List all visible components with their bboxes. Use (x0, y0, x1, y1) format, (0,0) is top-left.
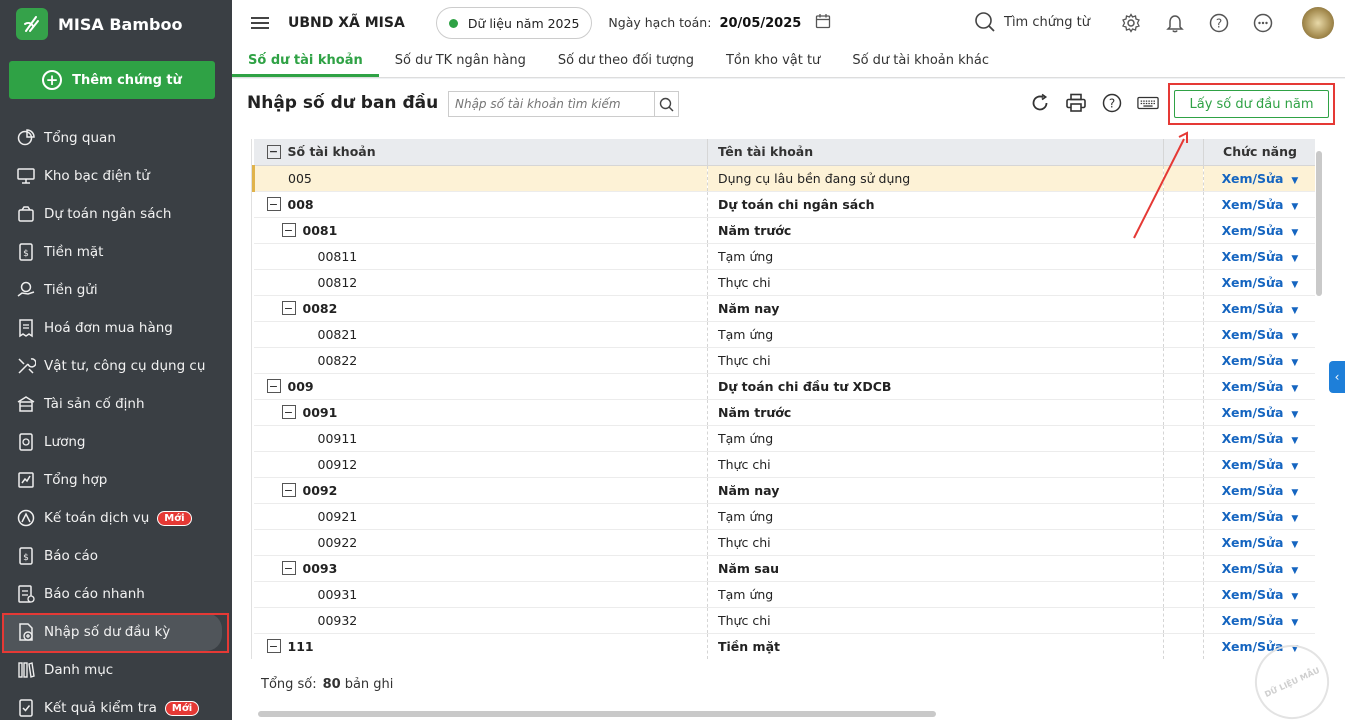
sidebar-item-building[interactable]: Tài sản cố định (0, 385, 232, 423)
service-icon (16, 508, 36, 528)
tab-3[interactable]: Số dư theo đối tượng (542, 46, 710, 77)
check-result-icon (16, 698, 36, 718)
calendar-icon[interactable] (815, 13, 831, 33)
hamburger-icon[interactable] (251, 14, 269, 32)
new-badge: Mới (157, 510, 192, 526)
sidebar-item-monitor[interactable]: Kho bạc điện tử (0, 157, 232, 195)
voucher-search-label: Tìm chứng từ (1004, 14, 1090, 30)
balance-tabs: Số dư tài khoản Số dư TK ngân hàng Số dư t… (232, 46, 1345, 78)
top-bar: UBND XÃ MISA Dữ liệu năm 2025 Ngày hạch … (232, 0, 1345, 46)
tools-icon (16, 356, 36, 376)
salary-icon (16, 432, 36, 452)
more-options-icon[interactable] (1252, 12, 1274, 34)
sidebar-item-label: Danh mục (44, 662, 114, 678)
chevron-left-icon: ‹ (1334, 370, 1340, 384)
sidebar-item-label: Tiền mặt (44, 244, 104, 260)
active-item-highlight (2, 613, 229, 653)
brand-name: MISA Bamboo (58, 14, 183, 34)
sidebar-item-label: Kết quả kiểm tra (44, 700, 157, 716)
bamboo-logo-icon (16, 8, 48, 40)
sidebar-item-label: Dự toán ngân sách (44, 206, 172, 222)
side-panel-toggle[interactable]: ‹ (1329, 361, 1345, 393)
summary-icon (16, 470, 36, 490)
data-year-label: Dữ liệu năm 2025 (467, 15, 580, 31)
tab-1[interactable]: Số dư tài khoản (232, 46, 379, 77)
add-voucher-button[interactable]: + Thêm chứng từ (9, 61, 215, 99)
settings-gear-icon[interactable] (1120, 12, 1142, 34)
posting-date: Ngày hạch toán: 20/05/2025 (608, 15, 801, 31)
sidebar-item-label: Hoá đơn mua hàng (44, 320, 173, 336)
top-icons: ? (1120, 12, 1296, 34)
posting-date-value: 20/05/2025 (719, 16, 802, 31)
search-icon (975, 12, 995, 32)
main-content: Nhập số dư ban đầu ? Lấy số dư đầu năm −… (232, 79, 1345, 720)
svg-text:$: $ (23, 249, 29, 259)
report-icon: $ (16, 546, 36, 566)
tab-4[interactable]: Tồn kho vật tư (710, 46, 836, 77)
new-badge: Mới (164, 700, 200, 716)
catalog-icon (16, 660, 36, 680)
plus-circle-icon: + (42, 70, 63, 90)
bell-icon[interactable] (1164, 12, 1186, 34)
user-avatar[interactable] (1302, 7, 1334, 39)
sidebar-item-service[interactable]: Kế toán dịch vụ Mới (0, 499, 232, 537)
sidebar-item-chart-pie[interactable]: Tổng quan (0, 119, 232, 157)
cash-icon: $ (16, 242, 36, 262)
svg-text:$: $ (23, 553, 29, 563)
brand[interactable]: MISA Bamboo (0, 0, 232, 48)
sidebar-item-label: Tiền gửi (44, 282, 98, 298)
sidebar-item-invoice[interactable]: Hoá đơn mua hàng (0, 309, 232, 347)
help-icon[interactable]: ? (1208, 12, 1230, 34)
sidebar-item-label: Kho bạc điện tử (44, 168, 150, 184)
organization-name[interactable]: UBND XÃ MISA (288, 15, 405, 31)
sidebar-item-summary[interactable]: Tổng hợp (0, 461, 232, 499)
sidebar-item-label: Tài sản cố định (44, 396, 145, 412)
sidebar-item-label: Báo cáo (44, 548, 99, 564)
sidebar-item-report[interactable]: $ Báo cáo (0, 537, 232, 575)
tab-2[interactable]: Số dư TK ngân hàng (379, 46, 542, 77)
deposit-icon (16, 280, 36, 300)
sidebar-item-check-result[interactable]: Kết quả kiểm tra Mới (0, 689, 232, 720)
sidebar-item-catalog[interactable]: Danh mục (0, 651, 232, 689)
voucher-search[interactable]: Tìm chứng từ (974, 11, 1090, 33)
sidebar-item-label: Báo cáo nhanh (44, 586, 145, 602)
sidebar-item-budget[interactable]: Dự toán ngân sách (0, 195, 232, 233)
status-dot-icon (448, 18, 458, 28)
building-icon (16, 394, 36, 414)
sidebar-item-label: Vật tư, công cụ dụng cụ (44, 358, 206, 374)
chart-pie-icon (16, 128, 36, 148)
tab-5[interactable]: Số dư tài khoản khác (836, 46, 1005, 77)
sidebar: MISA Bamboo + Thêm chứng từ Tổng quan Kho… (0, 0, 232, 720)
sidebar-item-label: Kế toán dịch vụ (44, 510, 150, 526)
annotation-arrow (1133, 131, 1188, 239)
quick-report-icon (16, 584, 36, 604)
sidebar-item-label: Lương (44, 434, 86, 450)
budget-icon (16, 204, 36, 224)
posting-date-label: Ngày hạch toán: (608, 15, 712, 30)
add-voucher-label: Thêm chứng từ (72, 72, 182, 88)
sidebar-item-tools[interactable]: Vật tư, công cụ dụng cụ (0, 347, 232, 385)
svg-text:?: ? (1216, 17, 1222, 31)
monitor-icon (16, 166, 36, 186)
sidebar-item-label: Tổng quan (44, 130, 116, 146)
data-year-selector[interactable]: Dữ liệu năm 2025 (435, 7, 593, 39)
sidebar-item-label: Tổng hợp (44, 472, 108, 488)
sidebar-item-deposit[interactable]: Tiền gửi (0, 271, 232, 309)
sidebar-item-cash[interactable]: $ Tiền mặt (0, 233, 232, 271)
sidebar-item-salary[interactable]: Lương (0, 423, 232, 461)
invoice-icon (16, 318, 36, 338)
sidebar-item-quick-report[interactable]: Báo cáo nhanh (0, 575, 232, 613)
